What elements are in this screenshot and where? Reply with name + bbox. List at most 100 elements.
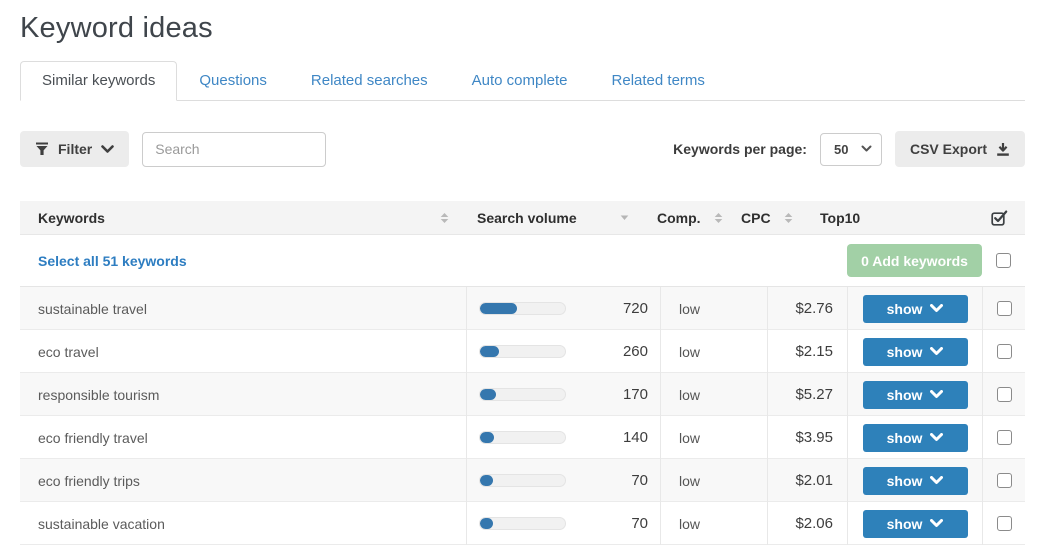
table-row: eco friendly trips 70 low $2.01 show	[20, 459, 1025, 502]
competition-cell: low	[660, 287, 767, 330]
cpc-value: $5.27	[795, 386, 833, 403]
cpc-value: $2.01	[795, 472, 833, 489]
tab-label: Similar keywords	[42, 72, 156, 89]
competition-cell: low	[660, 416, 767, 459]
volume-value: 70	[631, 515, 648, 532]
checked-box-icon[interactable]	[991, 201, 1008, 235]
show-button[interactable]: show	[862, 337, 968, 366]
sort-desc-icon[interactable]	[620, 201, 629, 235]
checkbox-cell	[982, 287, 1025, 330]
volume-bar-fill	[480, 303, 517, 314]
row-checkbox[interactable]	[996, 387, 1012, 402]
search-volume-cell: 170	[466, 373, 660, 416]
checkbox-cell	[982, 416, 1025, 459]
volume-bar-fill	[480, 346, 499, 357]
tabbar: Similar keywords Questions Related searc…	[20, 61, 1025, 101]
show-button-label: show	[886, 300, 923, 317]
checkbox-cell	[982, 502, 1025, 545]
chevron-down-icon	[930, 519, 944, 528]
row-checkbox[interactable]	[996, 301, 1012, 316]
chevron-down-icon	[930, 347, 944, 356]
keywords-table: Keywords Search volume Comp. CPC Top10 S…	[20, 201, 1025, 545]
checkbox-cell	[982, 373, 1025, 416]
chevron-down-icon	[930, 390, 944, 399]
volume-bar-fill	[480, 389, 497, 400]
toolbar: Filter Keywords per page: 50 CSV Export	[20, 131, 1025, 167]
checkbox-cell	[982, 330, 1025, 373]
row-checkbox[interactable]	[996, 430, 1012, 445]
select-all-row: Select all 51 keywords 0 Add keywords	[20, 235, 1025, 287]
table-row: sustainable vacation 70 low $2.06 show	[20, 502, 1025, 545]
row-checkbox[interactable]	[996, 516, 1012, 531]
volume-bar-fill	[480, 518, 493, 529]
cpc-cell: $3.95	[767, 416, 847, 459]
sort-asc-desc-icon[interactable]	[714, 201, 723, 235]
volume-value: 720	[622, 300, 648, 317]
chevron-down-icon	[930, 433, 944, 442]
tab-auto-complete[interactable]: Auto complete	[450, 61, 590, 101]
show-button-label: show	[886, 429, 923, 446]
sort-asc-desc-icon[interactable]	[784, 201, 793, 235]
show-button[interactable]: show	[862, 423, 968, 452]
tab-label: Auto complete	[471, 72, 568, 89]
cpc-value: $3.95	[795, 429, 833, 446]
volume-value: 260	[622, 343, 648, 360]
competition-value: low	[679, 472, 701, 489]
keyword-label: sustainable vacation	[38, 515, 165, 532]
chevron-down-icon	[101, 144, 115, 154]
tab-similar-keywords[interactable]: Similar keywords	[20, 61, 178, 101]
top10-cell: show	[847, 287, 982, 330]
chevron-down-icon	[930, 476, 944, 485]
competition-value: low	[679, 515, 701, 532]
volume-value: 70	[631, 472, 648, 489]
search-input[interactable]	[142, 131, 327, 167]
keyword-cell: responsible tourism	[20, 373, 466, 416]
show-button[interactable]: show	[862, 294, 968, 323]
volume-bar	[479, 431, 566, 444]
row-checkbox[interactable]	[996, 473, 1012, 488]
csv-export-label: CSV Export	[909, 141, 987, 157]
download-icon	[996, 142, 1010, 156]
volume-bar-fill	[480, 475, 493, 486]
filter-button-label: Filter	[58, 141, 93, 157]
show-button[interactable]: show	[862, 380, 968, 409]
search-volume-cell: 140	[466, 416, 660, 459]
select-all-checkbox[interactable]	[996, 253, 1011, 268]
filter-button[interactable]: Filter	[20, 131, 130, 167]
tab-questions[interactable]: Questions	[177, 61, 289, 101]
csv-export-button[interactable]: CSV Export	[894, 131, 1025, 167]
tab-related-terms[interactable]: Related terms	[590, 61, 727, 101]
add-keywords-button[interactable]: 0 Add keywords	[847, 244, 982, 277]
competition-value: low	[679, 300, 701, 317]
table-header: Keywords Search volume Comp. CPC Top10	[20, 201, 1025, 235]
show-button[interactable]: show	[862, 466, 968, 495]
show-button[interactable]: show	[862, 509, 968, 538]
sort-asc-desc-icon[interactable]	[440, 201, 449, 235]
column-header-comp: Comp.	[657, 210, 701, 226]
top10-cell: show	[847, 330, 982, 373]
top10-cell: show	[847, 502, 982, 545]
keyword-label: eco travel	[38, 343, 99, 360]
select-all-link[interactable]: Select all 51 keywords	[20, 253, 466, 269]
search-volume-cell: 720	[466, 287, 660, 330]
competition-value: low	[679, 429, 701, 446]
per-page-select[interactable]: 50	[819, 132, 882, 166]
checkbox-cell	[982, 459, 1025, 502]
show-button-label: show	[886, 472, 923, 489]
tab-related-searches[interactable]: Related searches	[289, 61, 450, 101]
table-row: eco friendly travel 140 low $3.95 show	[20, 416, 1025, 459]
search-volume-cell: 260	[466, 330, 660, 373]
volume-value: 140	[622, 429, 648, 446]
top10-cell: show	[847, 373, 982, 416]
volume-bar	[479, 517, 566, 530]
keyword-cell: eco travel	[20, 330, 466, 373]
row-checkbox[interactable]	[996, 344, 1012, 359]
chevron-down-icon	[930, 304, 944, 313]
tab-label: Related searches	[310, 72, 428, 89]
per-page-value: 50	[833, 141, 849, 157]
column-header-keywords: Keywords	[38, 210, 105, 226]
show-button-label: show	[886, 386, 923, 403]
competition-value: low	[679, 386, 701, 403]
keyword-label: responsible tourism	[38, 386, 160, 403]
search-volume-cell: 70	[466, 459, 660, 502]
